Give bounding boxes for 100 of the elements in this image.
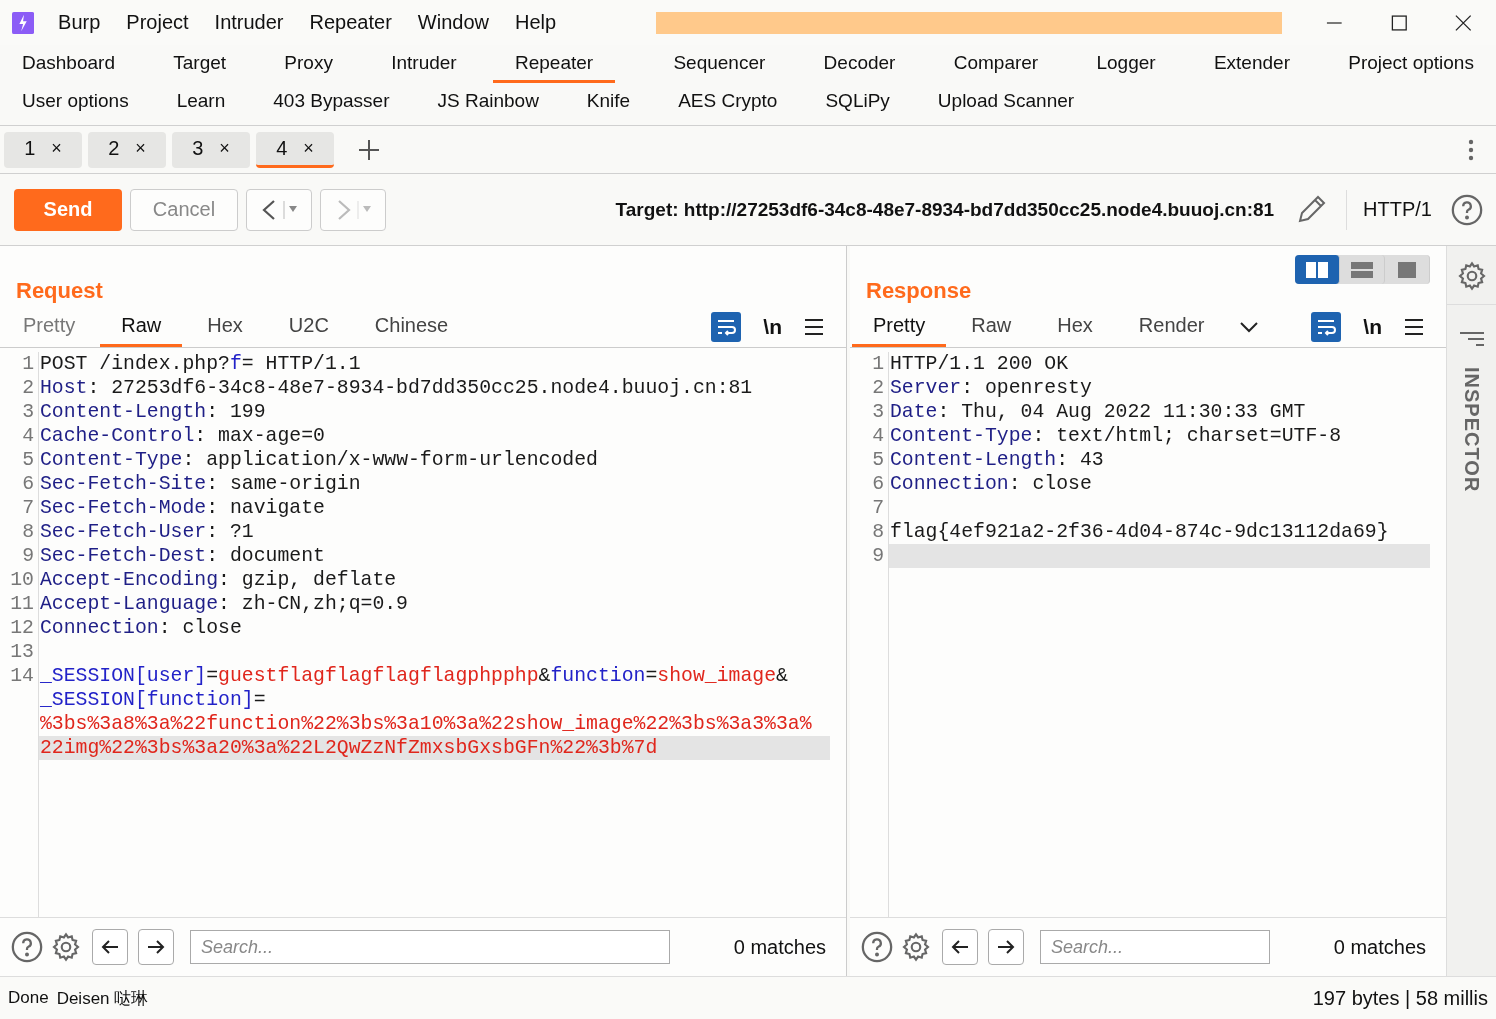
status-stats: 197 bytes | 58 millis: [1312, 986, 1488, 1010]
search-field[interactable]: Search...: [1040, 930, 1270, 964]
repeater-tab[interactable]: 4 ×: [256, 131, 334, 168]
line-number: 14: [10, 665, 34, 687]
next-button[interactable]: [138, 929, 174, 965]
view-tab[interactable]: U2C: [267, 306, 350, 347]
code-line: Content-Length: 199: [40, 400, 266, 424]
nav-tab[interactable]: Logger: [1096, 45, 1156, 83]
code-line: Accept-Language: zh-CN,zh;q=0.9: [40, 592, 408, 616]
settings-icon[interactable]: [50, 931, 82, 963]
previous-button[interactable]: [942, 929, 978, 965]
code-line: Sec-Fetch-Mode: navigate: [40, 496, 325, 520]
app-logo-icon: [12, 10, 35, 35]
line-number: 1: [872, 353, 884, 375]
line-number: 9: [872, 545, 884, 567]
rows-layout-icon: [1351, 261, 1373, 278]
code-line: %3bs%3a8%3a%22function%22%3bs%3a10%3a%22show_image%22%3bs%3a3%3a%: [40, 712, 812, 736]
newline-toggle[interactable]: \n: [1363, 314, 1382, 339]
nav-tab[interactable]: Comparer: [953, 45, 1039, 83]
help-icon[interactable]: [1450, 192, 1484, 227]
settings-icon[interactable]: [900, 931, 932, 963]
line-number: 6: [872, 473, 884, 495]
code-line: HTTP/1.1 200 OK: [890, 352, 1069, 376]
nav-tab[interactable]: AES Crypto: [678, 83, 778, 121]
view-tab[interactable]: Chinese: [353, 306, 470, 347]
wrap-icon[interactable]: [1311, 311, 1342, 342]
next-button[interactable]: [988, 929, 1024, 965]
code-line: Host: 27253df6-34c8-48e7-8934-bd7dd350cc25.node4.buuoj.cn:81: [40, 376, 753, 400]
close-tab-button[interactable]: ×: [303, 137, 314, 159]
nav-tab[interactable]: Knife: [586, 83, 631, 121]
view-tab[interactable]: Hex: [186, 306, 264, 347]
view-tab[interactable]: Raw: [100, 306, 183, 347]
code-line: Content-Type: text/html; charset=UTF-8: [890, 424, 1342, 448]
tab-number: 4: [276, 136, 288, 160]
filter-lines-icon[interactable]: [1458, 331, 1485, 347]
close-tab-button[interactable]: ×: [51, 137, 62, 159]
close-tab-button[interactable]: ×: [219, 137, 230, 159]
view-tab[interactable]: Pretty: [852, 306, 947, 347]
back-button[interactable]: [246, 188, 312, 231]
nav-tab[interactable]: Learn: [176, 83, 226, 121]
nav-tab[interactable]: Extender: [1213, 45, 1290, 83]
nav-tab[interactable]: Dashboard: [22, 45, 115, 83]
add-icon[interactable]: [358, 138, 380, 161]
view-tab[interactable]: Hex: [1036, 306, 1114, 347]
nav-tab[interactable]: User options: [22, 83, 129, 121]
help-icon[interactable]: [860, 930, 894, 964]
more-icon[interactable]: [1468, 138, 1474, 161]
arrow-right-icon: [996, 939, 1016, 955]
menu-item[interactable]: Repeater: [309, 11, 392, 34]
panel-title: Request: [16, 278, 103, 305]
wrap-icon[interactable]: [711, 311, 742, 342]
help-icon[interactable]: [10, 930, 44, 964]
cancel-button[interactable]: Cancel: [130, 188, 238, 231]
line-number: 1: [22, 353, 34, 375]
view-tab[interactable]: Raw: [950, 306, 1033, 347]
close-tab-button[interactable]: ×: [135, 137, 146, 159]
line-number: 11: [10, 593, 34, 615]
code-line: Content-Type: application/x-www-form-urlencoded: [40, 448, 598, 472]
menu-item[interactable]: Help: [514, 11, 557, 34]
nav-tab[interactable]: Intruder: [391, 45, 457, 83]
close-icon[interactable]: [1455, 13, 1472, 32]
layout-button[interactable]: [1295, 255, 1340, 284]
protocol-label[interactable]: HTTP/1: [1363, 198, 1432, 221]
previous-button[interactable]: [92, 929, 128, 965]
tab-number: 2: [108, 136, 120, 160]
inspector-tab[interactable]: INSPECTOR: [1460, 367, 1483, 493]
menu-item[interactable]: Project: [126, 11, 189, 34]
menu-item[interactable]: Burp: [58, 11, 101, 34]
line-number: 12: [10, 617, 34, 639]
nav-tab[interactable]: 403 Bypasser: [273, 83, 390, 121]
menu-item[interactable]: Window: [417, 11, 489, 34]
nav-tab[interactable]: Project options: [1348, 45, 1474, 83]
nav-tab[interactable]: Decoder: [823, 45, 896, 83]
nav-tab[interactable]: Sequencer: [673, 45, 766, 83]
view-tab[interactable]: Pretty: [2, 306, 97, 347]
repeater-tab[interactable]: 2 ×: [88, 131, 166, 168]
menu-icon[interactable]: [1404, 317, 1424, 336]
code-line: _SESSION[function]=: [40, 688, 266, 712]
repeater-tab[interactable]: 1 ×: [4, 131, 82, 168]
arrow-left-icon: [950, 939, 970, 955]
nav-tab[interactable]: Target: [173, 45, 227, 83]
line-number: 3: [872, 401, 884, 423]
nav-tab[interactable]: Proxy: [284, 45, 333, 83]
view-tab[interactable]: Render: [1117, 306, 1226, 347]
nav-tab[interactable]: Repeater: [492, 45, 616, 83]
chevron-down-icon[interactable]: [1239, 320, 1260, 333]
line-number: 10: [10, 569, 34, 591]
menu-item[interactable]: Intruder: [214, 11, 284, 34]
maximize-icon[interactable]: [1390, 13, 1408, 32]
nav-tab[interactable]: Upload Scanner: [937, 83, 1075, 121]
nav-tab[interactable]: JS Rainbow: [437, 83, 539, 121]
panel-title: Response: [866, 278, 972, 305]
repeater-tab[interactable]: 3 ×: [172, 131, 250, 168]
search-field[interactable]: Search...: [190, 930, 670, 964]
nav-tab[interactable]: SQLiPy: [825, 83, 890, 121]
newline-toggle[interactable]: \n: [763, 314, 782, 339]
line-number: 3: [22, 401, 34, 423]
columns-layout-icon: [1306, 261, 1328, 278]
menu-icon[interactable]: [804, 317, 824, 336]
line-number: 5: [872, 449, 884, 471]
